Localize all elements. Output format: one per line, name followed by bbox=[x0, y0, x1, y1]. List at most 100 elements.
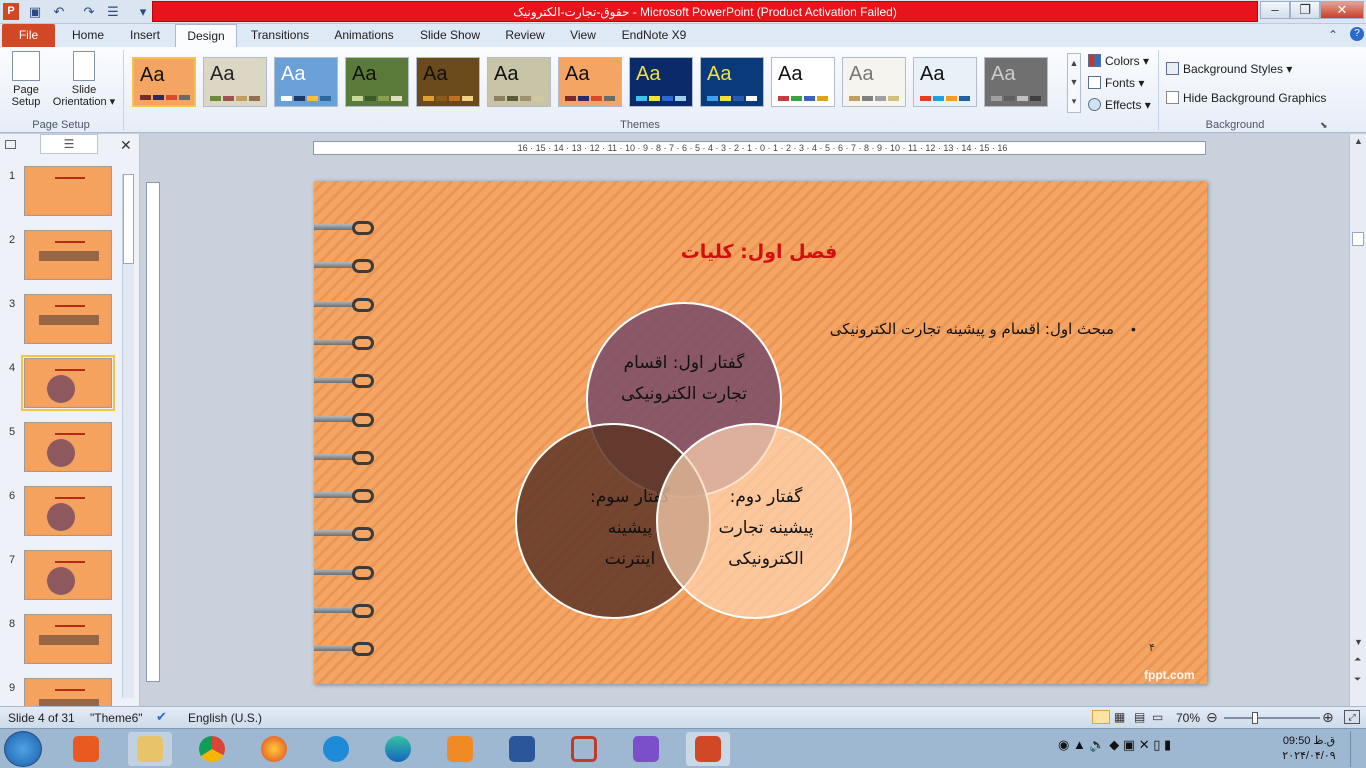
theme-green-forest[interactable]: Aa bbox=[345, 57, 409, 107]
slide-sorter-icon[interactable]: ▦ bbox=[1114, 710, 1125, 724]
page-setup-button[interactable]: Page Setup bbox=[2, 51, 50, 108]
fit-slide-icon[interactable]: ⤢ bbox=[1344, 710, 1360, 724]
taskbar-word[interactable] bbox=[500, 732, 544, 766]
theme-pebbles[interactable]: Aa bbox=[487, 57, 551, 107]
redo-icon[interactable]: ↷ bbox=[80, 3, 98, 21]
swatch bbox=[733, 96, 744, 101]
taskbar-edge[interactable] bbox=[376, 732, 420, 766]
theme-gray[interactable]: Aa bbox=[984, 57, 1048, 107]
panel-scroll-thumb[interactable] bbox=[123, 174, 134, 264]
slides-tab-icon[interactable] bbox=[5, 140, 16, 149]
taskbar-explorer[interactable] bbox=[128, 732, 172, 766]
theme-color-swatches bbox=[494, 96, 544, 101]
tab-transitions[interactable]: Transitions bbox=[243, 24, 317, 47]
taskbar-firefox[interactable] bbox=[252, 732, 296, 766]
taskbar-media-player[interactable] bbox=[64, 732, 108, 766]
slide-canvas[interactable]: فصل اول: کلیات مبحث اول: اقسام و پیشینه … bbox=[314, 181, 1207, 684]
slide-number: ۴ bbox=[1149, 642, 1155, 654]
slide-thumbnail-7[interactable] bbox=[24, 550, 112, 600]
taskbar-pdf[interactable] bbox=[438, 732, 482, 766]
save-icon[interactable]: ▣ bbox=[26, 3, 44, 21]
venn-circle-right[interactable]: گفتار دوم: پیشینه تجارت الکترونیکی bbox=[656, 423, 852, 619]
bullet-text[interactable]: مبحث اول: اقسام و پیشینه تجارت الکترونیک… bbox=[784, 320, 1114, 338]
theme-blue-sky[interactable]: Aa bbox=[274, 57, 338, 107]
colors-button[interactable]: Colors ▾ bbox=[1088, 51, 1149, 71]
previous-slide-icon[interactable]: ⏶ bbox=[1354, 654, 1361, 665]
restore-icon[interactable]: ❐ bbox=[1290, 1, 1320, 19]
editor-scroll-thumb[interactable] bbox=[1352, 232, 1364, 246]
theme-blue-wave[interactable]: Aa bbox=[700, 57, 764, 107]
zoom-in-icon[interactable]: ⊕ bbox=[1322, 709, 1334, 726]
panel-scrollbar[interactable] bbox=[122, 174, 134, 698]
theme-photo-collage[interactable]: Aa bbox=[203, 57, 267, 107]
tab-animations[interactable]: Animations bbox=[326, 24, 402, 47]
collapse-ribbon-icon[interactable]: ⌃ bbox=[1328, 28, 1338, 42]
slide-thumbnail-5[interactable] bbox=[24, 422, 112, 472]
clock[interactable]: 09:50 ق.ظ ۲۰۲۴/۰۴/۰۹ bbox=[1278, 734, 1340, 764]
normal-view-icon[interactable] bbox=[1092, 710, 1110, 724]
language-indicator[interactable]: English (U.S.) bbox=[188, 711, 262, 725]
outline-tab-icon[interactable]: ☰ bbox=[40, 134, 98, 154]
background-styles-button[interactable]: Background Styles ▾ bbox=[1166, 59, 1292, 79]
taskbar-powerpoint[interactable] bbox=[686, 732, 730, 766]
themes-scroll[interactable]: ▲ ▼ ▾ bbox=[1067, 53, 1081, 113]
dialog-launcher-icon[interactable]: ⬊ bbox=[1320, 120, 1328, 131]
hide-background-checkbox[interactable]: Hide Background Graphics bbox=[1166, 88, 1326, 108]
venn-top-line-1: گفتار اول: اقسام bbox=[623, 353, 745, 373]
list-icon[interactable]: ☰ bbox=[104, 3, 122, 21]
reading-view-icon[interactable]: ▤ bbox=[1134, 710, 1145, 724]
theme-paper[interactable]: Aa bbox=[842, 57, 906, 107]
scroll-down-icon[interactable]: ▼ bbox=[1354, 637, 1363, 647]
theme-orange-current[interactable]: Aa bbox=[132, 57, 196, 107]
undo-icon[interactable]: ↶ bbox=[50, 3, 68, 21]
next-slide-icon[interactable]: ⏷ bbox=[1354, 674, 1361, 685]
zoom-slider[interactable] bbox=[1224, 717, 1320, 719]
theme-orange-alt[interactable]: Aa bbox=[558, 57, 622, 107]
start-button[interactable] bbox=[4, 731, 42, 767]
slide-thumbnail-4[interactable] bbox=[21, 355, 115, 411]
tab-home[interactable]: Home bbox=[62, 24, 114, 47]
tab-endnote[interactable]: EndNote X9 bbox=[614, 24, 694, 47]
help-icon[interactable]: ? bbox=[1350, 27, 1364, 41]
tab-view[interactable]: View bbox=[562, 24, 604, 47]
slide-title[interactable]: فصل اول: کلیات bbox=[614, 241, 904, 263]
slide-thumbnail-3[interactable] bbox=[24, 294, 112, 344]
minimize-icon[interactable]: ‒ bbox=[1260, 1, 1290, 19]
slide-thumbnail-1[interactable] bbox=[24, 166, 112, 216]
taskbar-chrome[interactable] bbox=[190, 732, 234, 766]
show-desktop-button[interactable] bbox=[1350, 731, 1364, 767]
theme-white[interactable]: Aa bbox=[771, 57, 835, 107]
taskbar-app-red[interactable] bbox=[562, 732, 606, 766]
slide-thumbnail-6[interactable] bbox=[24, 486, 112, 536]
tab-slide-show[interactable]: Slide Show bbox=[412, 24, 488, 47]
theme-angles[interactable]: Aa bbox=[913, 57, 977, 107]
effects-button[interactable]: Effects ▾ bbox=[1088, 95, 1151, 115]
tab-file[interactable]: File bbox=[2, 24, 55, 47]
theme-autumn[interactable]: Aa bbox=[416, 57, 480, 107]
taskbar-ie[interactable] bbox=[314, 732, 358, 766]
tab-review[interactable]: Review bbox=[498, 24, 552, 47]
swatch bbox=[533, 96, 544, 101]
slide-show-icon[interactable]: ▭ bbox=[1152, 710, 1163, 724]
zoom-level[interactable]: 70% bbox=[1176, 711, 1200, 725]
powerpoint-app-icon[interactable]: P bbox=[3, 3, 19, 20]
zoom-out-icon[interactable]: ⊖ bbox=[1206, 709, 1218, 726]
zoom-slider-thumb[interactable] bbox=[1252, 712, 1258, 724]
slide-thumbnail-2[interactable] bbox=[24, 230, 112, 280]
editor-scrollbar[interactable]: ▲ ▼ ⏶ ⏷ bbox=[1349, 134, 1366, 706]
scroll-up-icon[interactable]: ▲ bbox=[1354, 136, 1363, 146]
fonts-button[interactable]: Fonts ▾ bbox=[1088, 73, 1144, 93]
tab-design[interactable]: Design bbox=[175, 24, 237, 47]
spell-check-icon[interactable]: ✔ bbox=[156, 709, 167, 725]
theme-dark-blue[interactable]: Aa bbox=[629, 57, 693, 107]
tab-insert[interactable]: Insert bbox=[120, 24, 170, 47]
title-bar: P ▣ ↶ ↷ ☰ ▾ حقوق-تجارت-الکترونیک - Micro… bbox=[0, 0, 1366, 24]
slide-thumbnail-8[interactable] bbox=[24, 614, 112, 664]
close-icon[interactable]: ✕ bbox=[1320, 1, 1364, 19]
slide-orientation-button[interactable]: Slide Orientation ▾ bbox=[48, 51, 120, 108]
taskbar-visual-studio[interactable] bbox=[624, 732, 668, 766]
close-panel-icon[interactable]: ✕ bbox=[120, 137, 132, 154]
swatch bbox=[520, 96, 531, 101]
tray-icons[interactable]: ◉ ▲ 🔈 ◆ ▣ ✕ ▯ ▮ bbox=[1058, 737, 1171, 753]
customize-qat-icon[interactable]: ▾ bbox=[134, 3, 152, 21]
